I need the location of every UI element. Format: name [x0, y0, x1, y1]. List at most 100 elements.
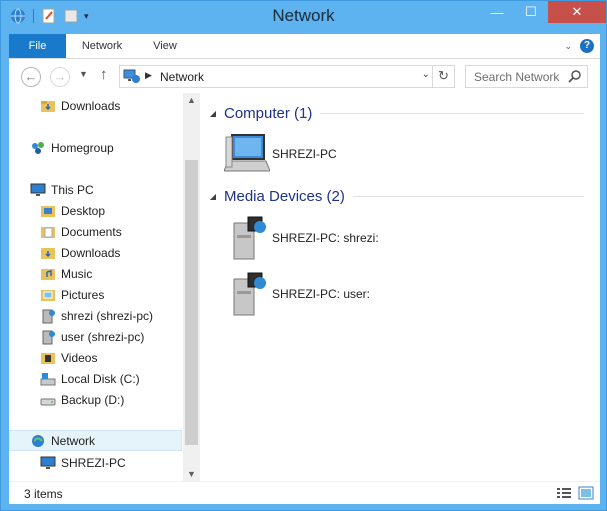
recent-locations-chevron-icon[interactable]: ▼	[79, 69, 88, 79]
content-pane: ◢ Computer (1) SHREZI-PC ◢ Media Devices…	[204, 93, 600, 481]
nav-item-pictures[interactable]: Pictures	[9, 284, 182, 305]
drive-icon	[40, 372, 56, 385]
computer-icon	[224, 134, 270, 172]
nav-item-label: This PC	[51, 182, 94, 197]
nav-item-this-pc[interactable]: This PC	[9, 179, 182, 200]
homegroup-icon	[32, 141, 44, 154]
media-server-icon	[42, 330, 55, 344]
nav-item-label: Homegroup	[51, 140, 114, 155]
expand-ribbon-chevron-icon[interactable]: ⌄	[564, 41, 572, 52]
nav-item-label: Backup (D:)	[61, 392, 125, 407]
folder-icon	[41, 226, 55, 238]
large-icons-view-icon[interactable]	[578, 486, 594, 500]
collapse-chevron-icon[interactable]: ◢	[204, 192, 222, 201]
group-title: Computer (1)	[224, 105, 313, 122]
nav-item-documents[interactable]: Documents	[9, 221, 182, 242]
network-icon	[123, 69, 140, 83]
ribbon-right-controls: ⌄ ?	[564, 39, 594, 53]
folder-pictures-icon	[41, 289, 55, 301]
nav-item-label: Music	[61, 266, 93, 281]
nav-item-desktop[interactable]: Desktop	[9, 200, 182, 221]
computer-icon	[40, 456, 56, 469]
search-placeholder: Search Network	[474, 70, 560, 84]
item-label: SHREZI-PC	[272, 147, 337, 161]
explorer-body: Downloads Homegroup This PC Desktop Docu…	[9, 93, 600, 481]
forward-button[interactable]: →	[50, 67, 70, 87]
item-label: SHREZI-PC: user:	[272, 287, 371, 301]
nav-item-music[interactable]: Music	[9, 263, 182, 284]
item-label: SHREZI-PC: shrezi:	[272, 231, 379, 245]
title-bar: ▾ Network — ☐ ✕	[1, 1, 606, 34]
up-button[interactable]: ↑	[100, 66, 108, 83]
media-device-icon	[233, 272, 266, 316]
nav-item-label: Desktop	[61, 203, 106, 218]
status-bar: 3 items	[9, 481, 600, 504]
nav-item-label: Downloads	[61, 245, 121, 260]
help-icon[interactable]: ?	[580, 39, 594, 53]
group-title: Media Devices (2)	[224, 188, 345, 205]
nav-item-shrezi-pc[interactable]: SHREZI-PC	[9, 452, 182, 473]
folder-videos-icon	[41, 352, 55, 364]
scroll-down-chevron-icon[interactable]: ▼	[183, 469, 200, 479]
nav-item-homegroup[interactable]: Homegroup	[9, 137, 182, 158]
nav-item-label: SHREZI-PC	[61, 455, 126, 470]
breadcrumb-network[interactable]: Network	[160, 70, 204, 84]
refresh-button[interactable]: ↻	[432, 66, 454, 87]
navigation-bar: ← → ▼ ↑ ▶ Network ⌄ ↻ Search Network	[9, 59, 600, 93]
nav-item-label: Pictures	[61, 287, 105, 302]
breadcrumb-separator-icon[interactable]: ▶	[145, 70, 152, 81]
tab-view[interactable]: View	[139, 34, 191, 58]
media-server-icon	[42, 309, 55, 323]
address-bar[interactable]: ▶ Network ⌄ ↻	[119, 65, 455, 88]
tab-network[interactable]: Network	[71, 34, 133, 58]
group-divider	[320, 113, 584, 114]
nav-item-label: Videos	[61, 350, 98, 365]
nav-item-label: shrezi (shrezi-pc)	[61, 308, 154, 323]
nav-item-videos[interactable]: Videos	[9, 347, 182, 368]
media-device-icon	[233, 216, 266, 260]
nav-item-downloads[interactable]: Downloads	[9, 95, 182, 116]
scroll-up-chevron-icon[interactable]: ▲	[183, 95, 200, 105]
folder-download-icon	[41, 247, 55, 259]
drive-icon	[40, 398, 56, 405]
folder-music-icon	[41, 268, 55, 280]
folder-download-icon	[41, 100, 55, 112]
item-count: 3 items	[24, 487, 63, 501]
close-button[interactable]: ✕	[548, 1, 606, 23]
network-item-media-user[interactable]: SHREZI-PC: user:	[224, 271, 370, 317]
nav-pane-scrollbar[interactable]: ▲ ▼	[183, 93, 200, 481]
navigation-pane: Downloads Homegroup This PC Desktop Docu…	[9, 93, 201, 481]
nav-item-label: Local Disk (C:)	[61, 371, 140, 386]
group-header-media-devices[interactable]: ◢ Media Devices (2)	[204, 188, 584, 205]
address-dropdown-chevron-icon[interactable]: ⌄	[422, 69, 430, 80]
network-item-media-shrezi[interactable]: SHREZI-PC: shrezi:	[224, 215, 379, 261]
nav-item-downloads[interactable]: Downloads	[9, 242, 182, 263]
search-input[interactable]: Search Network	[465, 65, 588, 88]
nav-item-label: Downloads	[61, 98, 121, 113]
nav-item-label: Network	[51, 433, 96, 448]
network-item-shrezi-pc[interactable]: SHREZI-PC	[224, 131, 337, 177]
nav-item-local-disk-c[interactable]: Local Disk (C:)	[9, 368, 182, 389]
nav-item-backup-d[interactable]: Backup (D:)	[9, 389, 182, 410]
explorer-window: ▾ Network — ☐ ✕ File Network View ⌄ ? ← …	[0, 0, 607, 511]
group-divider	[352, 196, 584, 197]
details-view-icon[interactable]	[556, 486, 572, 500]
tab-file[interactable]: File	[9, 34, 66, 58]
ribbon: File Network View ⌄ ?	[9, 34, 600, 59]
maximize-button[interactable]: ☐	[514, 1, 548, 23]
search-icon[interactable]	[568, 69, 582, 83]
window-controls: — ☐ ✕	[480, 1, 606, 23]
computer-icon	[30, 183, 46, 196]
nav-item-network[interactable]: Network	[9, 430, 182, 451]
back-button[interactable]: ←	[21, 67, 41, 87]
view-buttons	[556, 486, 594, 500]
nav-item-label: Documents	[61, 224, 122, 239]
collapse-chevron-icon[interactable]: ◢	[204, 109, 222, 118]
scrollbar-thumb[interactable]	[185, 160, 198, 445]
nav-item-label: user (shrezi-pc)	[61, 329, 145, 344]
group-header-computer[interactable]: ◢ Computer (1)	[204, 105, 584, 122]
network-icon	[32, 434, 44, 447]
nav-item-user-media[interactable]: user (shrezi-pc)	[9, 326, 182, 347]
minimize-button[interactable]: —	[480, 1, 514, 23]
nav-item-shrezi-media[interactable]: shrezi (shrezi-pc)	[9, 305, 182, 326]
